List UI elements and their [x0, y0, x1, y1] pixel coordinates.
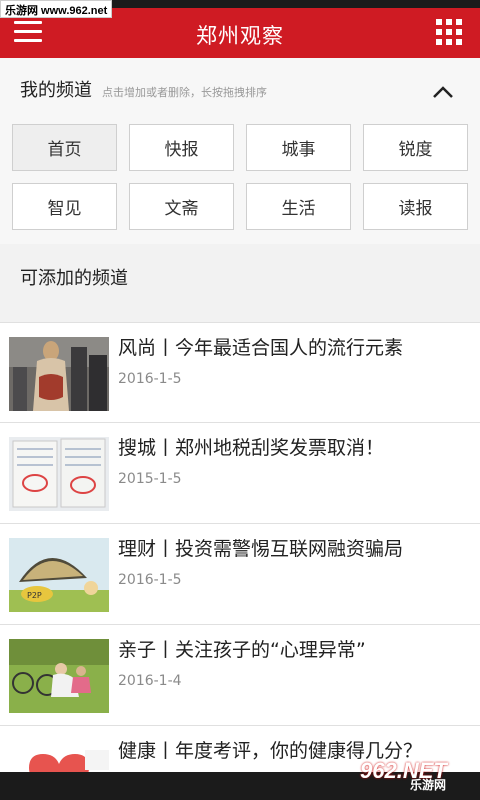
news-thumbnail — [9, 437, 109, 511]
channel-home[interactable]: 首页 — [12, 124, 117, 171]
news-date: 2016-1-4 — [118, 673, 182, 689]
channel-sharp[interactable]: 锐度 — [363, 124, 468, 171]
my-channels-panel: 我的频道 点击增加或者删除，长按拖拽排序 首页 快报 城事 锐度 智见 文斋 生… — [0, 58, 480, 244]
list-item[interactable]: 风尚丨今年最适合国人的流行元素 2016-1-5 — [0, 322, 480, 423]
list-item[interactable]: 搜城丨郑州地税刮奖发票取消！ 2015-1-5 — [0, 423, 480, 524]
news-date: 2016-1-5 — [118, 572, 182, 588]
news-date: 2015-1-5 — [118, 471, 182, 487]
watermark-logo-sub: 乐游网 — [410, 778, 447, 792]
chevron-up-icon[interactable] — [432, 84, 453, 102]
news-headline: 亲子丨关注孩子的“心理异常” — [118, 639, 366, 661]
grid-menu-icon[interactable] — [436, 19, 464, 47]
news-thumbnail — [9, 639, 109, 713]
news-thumbnail: P2P — [9, 538, 109, 612]
addable-channels-label: 可添加的频道 — [20, 268, 128, 289]
channel-city[interactable]: 城事 — [246, 124, 351, 171]
channel-newspaper[interactable]: 读报 — [363, 183, 468, 230]
channel-flash[interactable]: 快报 — [129, 124, 234, 171]
my-channels-title: 我的频道 — [20, 80, 92, 101]
svg-text:P2P: P2P — [27, 591, 42, 600]
news-headline: 理财丨投资需警惕互联网融资骗局 — [118, 538, 404, 560]
news-headline: 风尚丨今年最适合国人的流行元素 — [118, 337, 404, 359]
my-channels-hint: 点击增加或者删除，长按拖拽排序 — [102, 86, 267, 99]
news-date: 2016-1-5 — [118, 371, 182, 387]
page-title: 郑州观察 — [196, 24, 284, 48]
channel-life[interactable]: 生活 — [246, 183, 351, 230]
list-item[interactable]: 亲子丨关注孩子的“心理异常” 2016-1-4 — [0, 625, 480, 726]
watermark-top: 乐游网 www.962.net — [0, 0, 113, 18]
channel-literature[interactable]: 文斋 — [129, 183, 234, 230]
channel-grid: 首页 快报 城事 锐度 智见 文斋 生活 读报 — [12, 124, 468, 230]
watermark-logo: 962.NET 乐游网 — [346, 754, 474, 794]
news-thumbnail — [9, 337, 109, 411]
channel-insight[interactable]: 智见 — [12, 183, 117, 230]
news-list: 风尚丨今年最适合国人的流行元素 2016-1-5 搜城丨郑州地税刮奖发票取消！ … — [0, 322, 480, 800]
addable-channels-section: 可添加的频道 — [0, 244, 480, 322]
list-item[interactable]: P2P 理财丨投资需警惕互联网融资骗局 2016-1-5 — [0, 524, 480, 625]
news-headline: 搜城丨郑州地税刮奖发票取消！ — [118, 437, 385, 459]
